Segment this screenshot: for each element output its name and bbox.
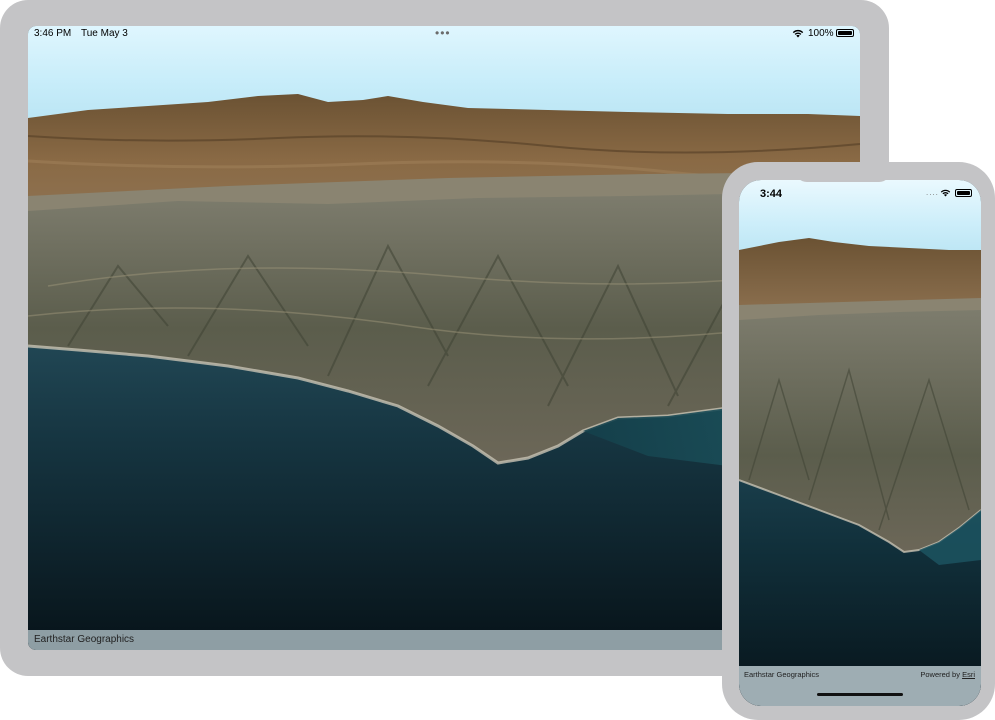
- powered-by-text: Powered by Esri: [920, 670, 975, 679]
- attribution-text: Earthstar Geographics: [744, 670, 820, 679]
- iphone-device-frame: 3:44 .... Earthstar Geographics Powered …: [722, 162, 995, 720]
- battery-icon: [955, 189, 972, 197]
- powered-by-label: Powered by: [920, 670, 963, 679]
- scene-view-3d[interactable]: [739, 180, 981, 706]
- wifi-icon: [940, 189, 951, 197]
- attribution-text: Earthstar Geographics: [34, 634, 135, 645]
- signal-dots-icon: ....: [926, 188, 939, 197]
- home-indicator[interactable]: [817, 693, 903, 696]
- iphone-screen: 3:44 .... Earthstar Geographics Powered …: [739, 180, 981, 706]
- multitasking-dots-icon[interactable]: •••: [435, 27, 451, 39]
- esri-link[interactable]: Esri: [962, 670, 975, 679]
- status-date: Tue May 3: [81, 28, 128, 39]
- attribution-bar: Earthstar Geographics Powered by Esri: [739, 666, 981, 706]
- battery-percentage: 100%: [808, 28, 834, 39]
- status-time: 3:44: [760, 188, 783, 200]
- wifi-icon: [792, 29, 804, 38]
- notch: [795, 162, 891, 182]
- status-time: 3:46 PM: [34, 28, 72, 39]
- status-bar: 3:44 ....: [739, 180, 981, 206]
- battery-icon: [836, 29, 854, 37]
- status-bar: 3:46 PM Tue May 3 ••• 100%: [28, 26, 860, 42]
